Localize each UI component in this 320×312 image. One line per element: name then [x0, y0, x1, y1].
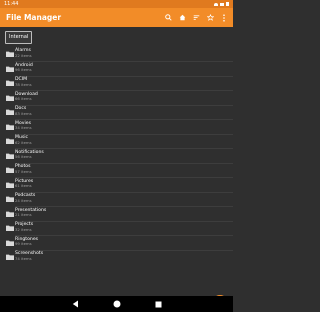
- folder-count: 83 items: [15, 110, 32, 116]
- folder-icon: [6, 80, 14, 86]
- folder-icon: [6, 51, 14, 57]
- home-icon[interactable]: [175, 8, 189, 27]
- folder-icon: [6, 153, 14, 159]
- status-bar: 11:44: [0, 0, 233, 8]
- breadcrumb: Internal: [0, 27, 233, 47]
- star-icon[interactable]: [203, 8, 217, 27]
- system-icons: [214, 0, 229, 8]
- status-time: 11:44: [4, 1, 19, 7]
- folder-icon: [6, 95, 14, 101]
- list-item[interactable]: DCIM 78 items: [0, 76, 233, 91]
- list-item[interactable]: Presentations 21 items: [0, 207, 233, 221]
- recents-icon[interactable]: [155, 301, 162, 308]
- folder-icon: [6, 211, 14, 217]
- folder-count: 61 items: [15, 183, 32, 188]
- list-item[interactable]: Podcasts 24 items: [0, 192, 233, 207]
- wifi-icon: [214, 2, 218, 6]
- folder-icon: [6, 167, 14, 173]
- search-icon[interactable]: [161, 8, 175, 27]
- list-item[interactable]: Music 62 items: [0, 134, 233, 149]
- folder-icon: [6, 240, 14, 246]
- folder-count: 24 items: [15, 197, 32, 203]
- list-item[interactable]: Projects 32 items: [0, 221, 233, 236]
- app-toolbar: File Manager: [0, 8, 233, 27]
- back-icon[interactable]: [72, 300, 79, 308]
- folder-count: 22 items: [15, 52, 32, 58]
- folder-icon: [6, 124, 14, 130]
- signal-icon: [220, 2, 224, 6]
- storage-chip[interactable]: Internal: [5, 31, 33, 44]
- folder-count: 57 items: [15, 168, 32, 174]
- sort-icon[interactable]: [189, 8, 203, 27]
- folder-count: 34 items: [15, 125, 32, 130]
- folder-count: 99 items: [15, 241, 32, 246]
- folder-icon: [6, 182, 14, 188]
- list-item[interactable]: Android 96 items: [0, 62, 233, 76]
- list-item[interactable]: Notifications 56 items: [0, 149, 233, 163]
- folder-icon: [6, 254, 14, 260]
- folder-icon: [6, 109, 14, 115]
- battery-icon: [226, 2, 229, 6]
- home-nav-icon[interactable]: [113, 300, 121, 308]
- folder-count: 21 items: [15, 212, 32, 217]
- folder-count: 56 items: [15, 154, 32, 159]
- list-item[interactable]: Photos 57 items: [0, 163, 233, 178]
- folder-count: 66 items: [15, 96, 32, 101]
- app-title: File Manager: [6, 13, 62, 22]
- folder-icon: [6, 66, 14, 72]
- more-vert-icon[interactable]: [217, 8, 231, 27]
- folder-icon: [6, 138, 14, 144]
- folder-list: Alarms 22 items Android 96 items DCIM 78…: [0, 47, 233, 265]
- folder-count: 78 items: [15, 81, 32, 87]
- folder-count: 62 items: [15, 139, 32, 145]
- list-item[interactable]: Pictures 61 items: [0, 178, 233, 192]
- folder-count: 96 items: [15, 67, 32, 72]
- folder-count: 74 items: [15, 255, 32, 261]
- list-item[interactable]: Download 66 items: [0, 91, 233, 105]
- list-item[interactable]: Alarms 22 items: [0, 47, 233, 62]
- folder-count: 32 items: [15, 226, 32, 232]
- list-item[interactable]: Ringtones 99 items: [0, 236, 233, 250]
- folder-icon: [6, 196, 14, 202]
- list-item[interactable]: Movies 34 items: [0, 120, 233, 134]
- list-item[interactable]: Docs 83 items: [0, 105, 233, 120]
- list-item[interactable]: Screenshots 74 items: [0, 250, 233, 265]
- folder-icon: [6, 225, 14, 231]
